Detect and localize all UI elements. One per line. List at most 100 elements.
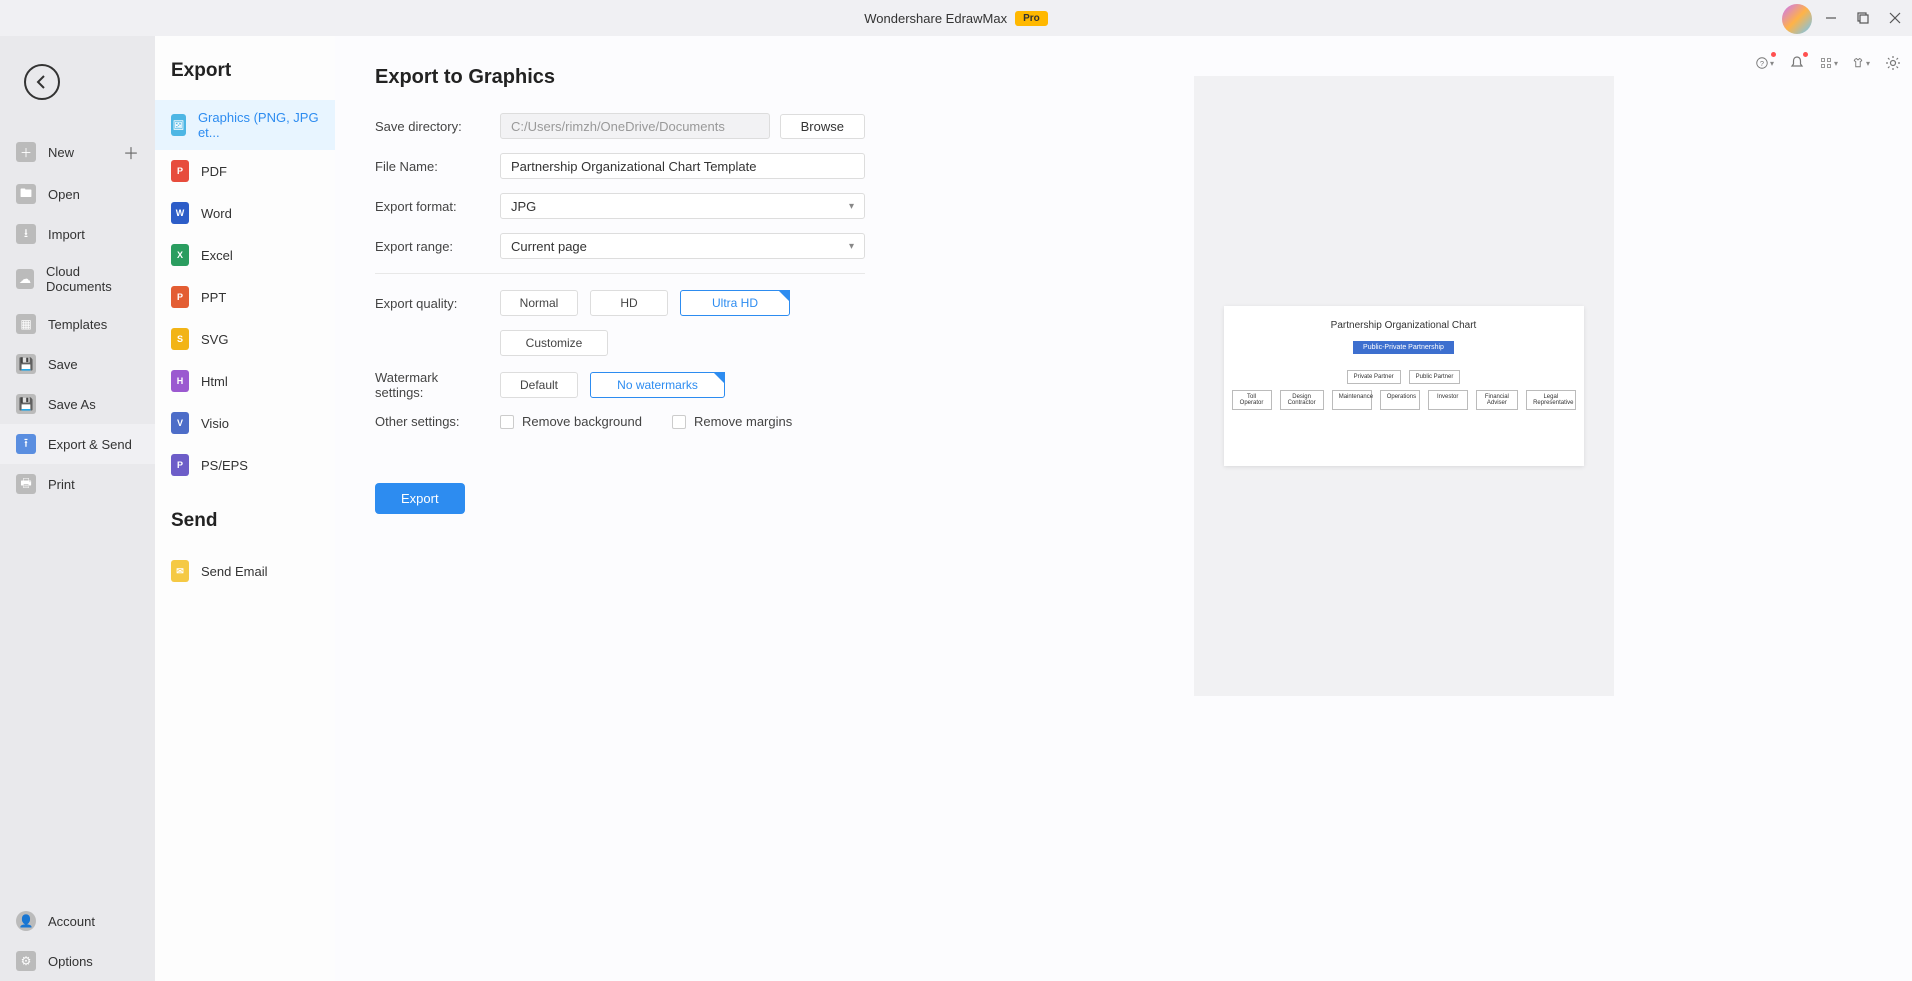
nav-import[interactable]: ⭳Import (0, 214, 155, 254)
org-mid: Private Partner (1347, 370, 1401, 384)
image-file-icon: 🖼 (171, 114, 186, 136)
nav-templates[interactable]: ▦Templates (0, 304, 155, 344)
ppt-file-icon: P (171, 286, 189, 308)
preview-frame: Partnership Organizational Chart Public-… (1194, 76, 1614, 696)
fmt-pdf[interactable]: PPDF (155, 150, 335, 192)
remove-bg-checkbox[interactable]: Remove background (500, 414, 642, 429)
browse-button[interactable]: Browse (780, 114, 865, 139)
org-leaf: Maintenance (1332, 390, 1372, 410)
primary-nav: ＋New＋ 🖿Open ⭳Import ☁Cloud Documents ▦Te… (0, 36, 155, 981)
bell-icon[interactable] (1788, 54, 1806, 72)
org-leaf: Toll Operator (1232, 390, 1272, 410)
mail-icon: ✉ (171, 560, 189, 582)
fmt-graphics[interactable]: 🖼Graphics (PNG, JPG et... (155, 100, 335, 150)
fmt-html[interactable]: HHtml (155, 360, 335, 402)
svg-file-icon: S (171, 328, 189, 350)
export-panel: Export to Graphics Save directory: Brows… (335, 36, 1912, 981)
import-icon: ⭳ (16, 224, 36, 244)
nav-saveas[interactable]: 💾Save As (0, 384, 155, 424)
cloud-icon: ☁ (16, 269, 34, 289)
person-icon: 👤 (16, 911, 36, 931)
word-file-icon: W (171, 202, 189, 224)
watermark-default[interactable]: Default (500, 372, 578, 398)
ps-file-icon: P (171, 454, 189, 476)
preview-chart-title: Partnership Organizational Chart (1232, 320, 1576, 331)
pdf-file-icon: P (171, 160, 189, 182)
back-button[interactable] (24, 64, 60, 100)
range-select[interactable]: Current page▾ (500, 233, 865, 259)
visio-file-icon: V (171, 412, 189, 434)
templates-icon: ▦ (16, 314, 36, 334)
customize-button[interactable]: Customize (500, 330, 608, 356)
org-leaf: Financial Adviser (1476, 390, 1518, 410)
excel-file-icon: X (171, 244, 189, 266)
quality-hd[interactable]: HD (590, 290, 668, 316)
export-button[interactable]: Export (375, 483, 465, 514)
caret-down-icon: ▾ (849, 201, 854, 212)
caret-down-icon: ▾ (849, 241, 854, 252)
fmt-visio[interactable]: VVisio (155, 402, 335, 444)
pro-badge: Pro (1015, 11, 1048, 26)
panel-title: Export to Graphics (375, 66, 865, 89)
format-select[interactable]: JPG▾ (500, 193, 865, 219)
gear-icon[interactable] (1884, 54, 1902, 72)
export-icon: ⭱ (16, 434, 36, 454)
nav-export-send[interactable]: ⭱Export & Send (0, 424, 155, 464)
print-icon: 🖶 (16, 474, 36, 494)
nav-print[interactable]: 🖶Print (0, 464, 155, 504)
quality-ultra-hd[interactable]: Ultra HD (680, 290, 790, 316)
add-icon[interactable]: ＋ (123, 140, 139, 164)
plus-box-icon: ＋ (16, 142, 36, 162)
fmt-svg[interactable]: SSVG (155, 318, 335, 360)
nav-account[interactable]: 👤Account (0, 901, 155, 941)
svg-text:?: ? (1760, 59, 1764, 68)
folder-icon: 🖿 (16, 184, 36, 204)
quality-label: Export quality: (375, 296, 490, 311)
checkbox-icon (672, 415, 686, 429)
watermark-label: Watermark settings: (375, 370, 490, 400)
export-format-list: Export 🖼Graphics (PNG, JPG et... PPDF WW… (155, 36, 335, 981)
close-button[interactable] (1886, 9, 1904, 27)
maximize-button[interactable] (1854, 9, 1872, 27)
format-label: Export format: (375, 199, 490, 214)
send-email[interactable]: ✉Send Email (155, 550, 335, 592)
nav-new[interactable]: ＋New＋ (0, 130, 155, 174)
remove-margins-checkbox[interactable]: Remove margins (672, 414, 792, 429)
shirt-icon[interactable]: ▾ (1852, 54, 1870, 72)
org-leaf: Legal Representative (1526, 390, 1575, 410)
nav-save[interactable]: 💾Save (0, 344, 155, 384)
divider (375, 273, 865, 274)
saveas-icon: 💾 (16, 394, 36, 414)
minimize-button[interactable] (1822, 9, 1840, 27)
filename-input[interactable] (500, 153, 865, 179)
nav-open[interactable]: 🖿Open (0, 174, 155, 214)
checkbox-icon (500, 415, 514, 429)
help-icon[interactable]: ?▾ (1756, 54, 1774, 72)
fmt-word[interactable]: WWord (155, 192, 335, 234)
filename-label: File Name: (375, 159, 490, 174)
fmt-excel[interactable]: XExcel (155, 234, 335, 276)
nav-cloud[interactable]: ☁Cloud Documents (0, 254, 155, 304)
org-leaf: Design Contractor (1280, 390, 1324, 410)
options-gear-icon: ⚙ (16, 951, 36, 971)
org-leaf: Investor (1428, 390, 1468, 410)
fmt-ps[interactable]: PPS/EPS (155, 444, 335, 486)
nav-options[interactable]: ⚙Options (0, 941, 155, 981)
save-dir-label: Save directory: (375, 119, 490, 134)
org-mid: Public Partner (1409, 370, 1461, 384)
range-label: Export range: (375, 239, 490, 254)
org-root: Public-Private Partnership (1353, 341, 1454, 354)
save-icon: 💾 (16, 354, 36, 374)
top-toolbar-icons: ?▾ ▾ ▾ (1756, 54, 1902, 72)
titlebar: Wondershare EdrawMax Pro (0, 0, 1912, 36)
quality-normal[interactable]: Normal (500, 290, 578, 316)
html-file-icon: H (171, 370, 189, 392)
watermark-none[interactable]: No watermarks (590, 372, 725, 398)
app-title: Wondershare EdrawMax (864, 11, 1007, 26)
other-label: Other settings: (375, 414, 490, 429)
send-heading: Send (155, 510, 335, 550)
grid-icon[interactable]: ▾ (1820, 54, 1838, 72)
org-leaf: Operations (1380, 390, 1420, 410)
user-avatar[interactable] (1782, 4, 1812, 34)
fmt-ppt[interactable]: PPPT (155, 276, 335, 318)
